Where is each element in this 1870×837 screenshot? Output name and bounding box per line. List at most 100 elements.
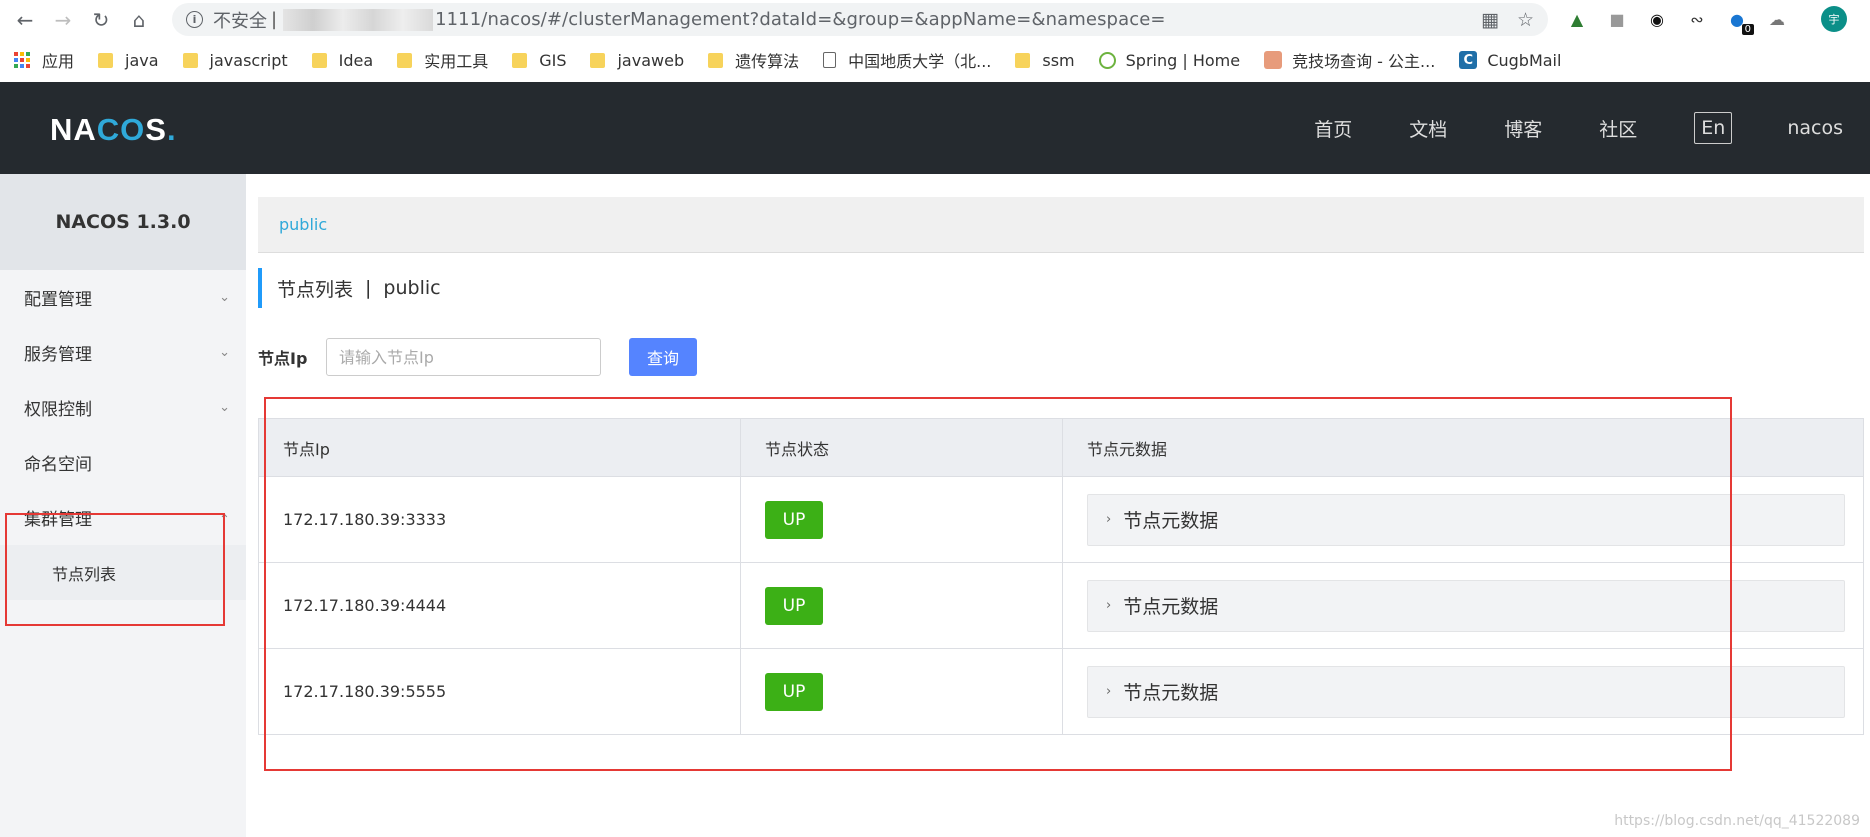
node-ip-input[interactable] [326, 338, 601, 376]
sidebar-item-auth[interactable]: 权限控制 ⌄ [0, 380, 246, 435]
sidebar-item-service[interactable]: 服务管理 ⌄ [0, 325, 246, 380]
table-row: 172.17.180.39:5555 UP › 节点元数据 [258, 648, 1864, 735]
chevron-down-icon: ⌄ [219, 290, 230, 305]
metadata-expander[interactable]: › 节点元数据 [1087, 493, 1845, 546]
bookmark-item[interactable]: javascript [182, 50, 288, 70]
top-nav: 首页 文档 博客 社区 En nacos [1314, 82, 1870, 174]
node-status-cell: UP [740, 476, 1063, 563]
bookmarks-bar: 应用 java javascript Idea 实用工具 GIS javaweb 遗传算法 中国… [0, 42, 1870, 78]
language-toggle-button[interactable]: En [1694, 112, 1733, 144]
cugb-mail-icon: C [1459, 51, 1478, 69]
address-bar[interactable]: i 不安全 | 1111/nacos/#/clusterManagement?d… [172, 3, 1548, 36]
folder-icon [397, 52, 413, 68]
namespace-link[interactable]: public [279, 215, 327, 234]
bookmark-item[interactable]: java [98, 51, 159, 70]
bookmark-item[interactable]: 竞技场查询 - 公主... [1264, 48, 1435, 72]
bookmark-label: 竞技场查询 - 公主... [1292, 52, 1436, 71]
status-badge: UP [765, 586, 823, 625]
table-row: 172.17.180.39:3333 UP › 节点元数据 [258, 476, 1864, 563]
sidebar-item-label: 服务管理 [24, 345, 92, 365]
user-menu[interactable]: nacos [1787, 117, 1843, 139]
nav-blog[interactable]: 博客 [1504, 115, 1542, 142]
bookmark-item[interactable]: 实用工具 [397, 48, 488, 72]
bookmark-item[interactable]: 应用 [14, 48, 74, 72]
profile-avatar[interactable]: 宇 [1821, 6, 1847, 32]
sidebar: NACOS 1.3.0 配置管理 ⌄ 服务管理 ⌄ 权限控制 ⌄ 命名空间 集群… [0, 174, 246, 837]
node-ip-cell: 172.17.180.39:5555 [258, 648, 741, 735]
bookmark-item[interactable]: Spring | Home [1098, 51, 1240, 70]
query-button[interactable]: 查询 [629, 338, 697, 376]
extension-eyes-icon[interactable]: ◉ [1644, 6, 1670, 32]
node-metadata-cell: › 节点元数据 [1062, 562, 1864, 649]
nav-community[interactable]: 社区 [1599, 115, 1637, 142]
extension-cloud-icon[interactable]: ☁ [1764, 6, 1790, 32]
bookmark-label: javascript [209, 50, 288, 70]
extension-translate-icon[interactable]: ∾ [1684, 6, 1710, 32]
node-ip-cell: 172.17.180.39:4444 [258, 562, 741, 649]
bookmark-item[interactable]: GIS [512, 51, 566, 70]
logo-text-s: S [145, 112, 167, 147]
bookmark-item[interactable]: 中国地质大学（北... [823, 48, 991, 72]
nacos-logo[interactable]: NACOS. [50, 112, 177, 148]
node-metadata-cell: › 节点元数据 [1062, 648, 1864, 735]
bookmark-item[interactable]: 遗传算法 [708, 48, 799, 72]
bookmark-item[interactable]: ssm [1015, 51, 1075, 70]
forward-icon[interactable]: → [50, 7, 76, 33]
filter-ip-label: 节点Ip [258, 349, 308, 368]
back-icon[interactable]: ← [12, 7, 38, 33]
bookmark-label: GIS [539, 50, 567, 70]
logo-text-na: NA [50, 112, 97, 147]
node-table: 节点Ip 节点状态 节点元数据 172.17.180.39:3333 UP › 节… [258, 418, 1864, 735]
bookmark-label: 遗传算法 [735, 52, 800, 71]
reload-icon[interactable]: ↻ [88, 7, 114, 33]
extension-blue-icon[interactable]: ● 0 [1724, 6, 1754, 35]
page-title: 节点列表 | public [258, 268, 441, 308]
folder-icon [708, 52, 724, 68]
extension-badge: 0 [1741, 24, 1754, 35]
metadata-expander[interactable]: › 节点元数据 [1087, 665, 1845, 718]
namespace-breadcrumb: public [258, 197, 1864, 253]
sidebar-item-config[interactable]: 配置管理 ⌄ [0, 270, 246, 325]
folder-icon [1015, 52, 1031, 68]
metadata-expander[interactable]: › 节点元数据 [1087, 579, 1845, 632]
page-title-namespace: public [383, 277, 441, 299]
chevron-up-icon: ⌄ [219, 510, 230, 525]
browser-toolbar: ← → ↻ ⌂ i 不安全 | 1111/nacos/#/clusterMana… [0, 0, 1870, 40]
sidebar-item-cluster[interactable]: 集群管理 ⌄ [0, 490, 246, 545]
bookmark-label: 中国地质大学（北... [848, 52, 992, 71]
folder-icon [311, 52, 327, 68]
bookmark-item[interactable]: Idea [311, 51, 373, 70]
nav-docs[interactable]: 文档 [1409, 115, 1447, 142]
apps-grid-icon [14, 52, 30, 68]
nav-home[interactable]: 首页 [1314, 115, 1352, 142]
page-icon [823, 52, 837, 68]
table-row: 172.17.180.39:4444 UP › 节点元数据 [258, 562, 1864, 649]
table-header-row: 节点Ip 节点状态 节点元数据 [258, 418, 1864, 477]
metadata-label: 节点元数据 [1123, 596, 1219, 618]
bookmark-star-icon[interactable]: ☆ [1517, 9, 1534, 31]
chevron-right-icon: › [1106, 598, 1112, 613]
sidebar-item-label: 配置管理 [24, 290, 92, 310]
sidebar-subitem-node-list[interactable]: 节点列表 [0, 545, 246, 600]
logo-text-dot: . [166, 112, 177, 147]
bookmark-item[interactable]: C CugbMail [1459, 51, 1561, 70]
info-icon[interactable]: i [186, 11, 203, 28]
home-icon[interactable]: ⌂ [126, 7, 152, 33]
translate-icon[interactable]: ▦ [1481, 9, 1499, 31]
chevron-down-icon: ⌄ [219, 400, 230, 415]
metadata-label: 节点元数据 [1123, 682, 1219, 704]
extension-green-icon[interactable]: ▲ [1564, 6, 1590, 32]
extension-gray-icon[interactable]: ■ [1604, 6, 1630, 32]
column-header-status: 节点状态 [740, 418, 1063, 477]
bookmark-label: java [125, 50, 159, 70]
bookmark-label: 应用 [42, 52, 75, 71]
bookmark-item[interactable]: javaweb [590, 51, 684, 70]
chevron-down-icon: ⌄ [219, 345, 230, 360]
url-redacted-host [283, 8, 434, 31]
bookmark-label: CugbMail [1487, 50, 1562, 70]
status-badge: UP [765, 672, 823, 711]
watermark: https://blog.csdn.net/qq_41522089 [1614, 813, 1860, 829]
node-status-cell: UP [740, 562, 1063, 649]
sidebar-title: NACOS 1.3.0 [0, 174, 246, 270]
sidebar-item-namespace[interactable]: 命名空间 [0, 435, 246, 490]
